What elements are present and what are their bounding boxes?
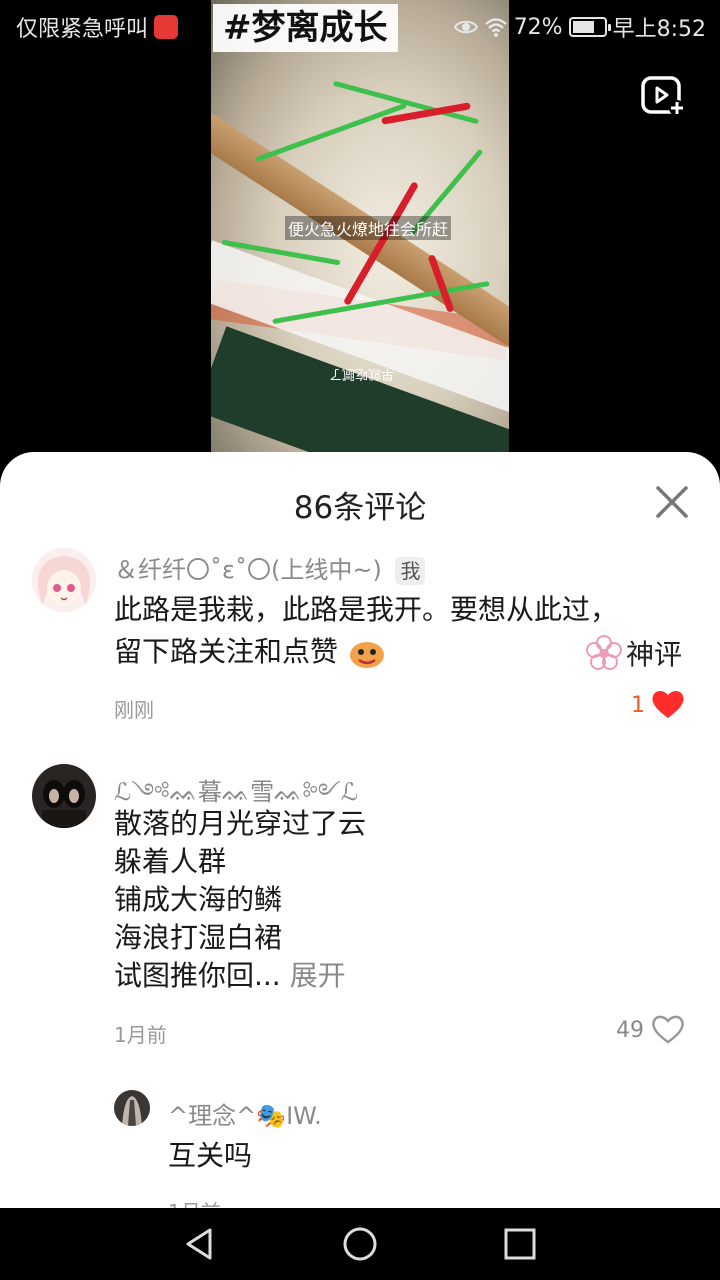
video-caption-flipped: 早就吃腻了: [329, 366, 395, 381]
comment-text-line[interactable]: 海浪打湿白裙: [114, 919, 282, 957]
video-scallion: [254, 102, 408, 163]
comment-time: 1月前: [114, 1023, 167, 1047]
status-right: 72% 早上8:52: [453, 11, 706, 43]
battery-percent: 72%: [513, 14, 563, 40]
comment-text-line-2: 留下路关注和点赞: [114, 635, 339, 668]
avatar[interactable]: [114, 1090, 150, 1126]
clock: 早上8:52: [612, 17, 706, 42]
battery-icon: [568, 17, 611, 37]
recents-icon[interactable]: [500, 1224, 540, 1264]
comment-username-text[interactable]: ＆纤纤〇˚ε˚〇(上线中~): [114, 556, 382, 584]
close-icon[interactable]: [654, 484, 690, 520]
comment-text-line[interactable]: 躲着人群: [114, 843, 226, 881]
comments-sheet: 86条评论 ＆纤纤〇˚ε˚〇(上线中~) 我 此路是我栽，此路是我开。要想从此过…: [0, 452, 720, 1208]
comment-text-line[interactable]: 铺成大海的鳞: [114, 881, 282, 919]
video-player[interactable]: 便火急火燎地往会所赶 早就吃腻了: [211, 0, 509, 452]
sos-icon: [154, 15, 179, 39]
comment-text-line[interactable]: 试图推你回... 展开: [114, 957, 346, 995]
home-icon[interactable]: [340, 1224, 380, 1264]
comment-text-last-line: 试图推你回...: [114, 959, 281, 992]
share-icon[interactable]: [640, 75, 686, 117]
navigation-bar: [0, 1208, 720, 1280]
wifi-icon: [484, 18, 507, 37]
expand-link[interactable]: 展开: [290, 959, 346, 992]
back-icon[interactable]: [180, 1224, 220, 1264]
like-count: 49: [616, 1018, 644, 1043]
avatar[interactable]: [32, 548, 96, 612]
eye-icon: [453, 20, 478, 34]
status-left: 仅限紧急呼叫: [16, 11, 179, 43]
video-caption: 便火急火燎地往会所赶: [285, 216, 452, 240]
carrier-text: 仅限紧急呼叫: [16, 17, 149, 42]
avatar[interactable]: [32, 764, 96, 828]
comments-count-title: 86条评论: [293, 490, 427, 526]
reply-text[interactable]: 互关吗: [168, 1137, 252, 1175]
heart-icon[interactable]: [650, 1013, 686, 1045]
battery-fill: [572, 21, 595, 33]
reply-time: 1月前: [168, 1196, 221, 1208]
heart-icon[interactable]: [650, 688, 686, 720]
like-count: 1: [631, 693, 645, 718]
flower-icon: [586, 635, 622, 670]
comment-username[interactable]: ＆纤纤〇˚ε˚〇(上线中~) 我: [114, 550, 426, 585]
god-comment-tag: 神评: [586, 633, 682, 673]
hashtag-banner[interactable]: #梦离成长: [213, 4, 398, 52]
emoji-icon: [349, 642, 384, 668]
comment-text-line[interactable]: 此路是我栽，此路是我开。要想从此过，: [114, 591, 618, 629]
me-tag: 我: [395, 557, 426, 585]
comment-text-line[interactable]: 散落的月光穿过了云: [114, 805, 366, 843]
comment-time: 刚刚: [114, 698, 154, 722]
comment-text-line[interactable]: 留下路关注和点赞: [114, 633, 387, 671]
reply-username[interactable]: ^理念^🎭IW.: [168, 1096, 322, 1131]
god-comment-label: 神评: [626, 638, 683, 671]
